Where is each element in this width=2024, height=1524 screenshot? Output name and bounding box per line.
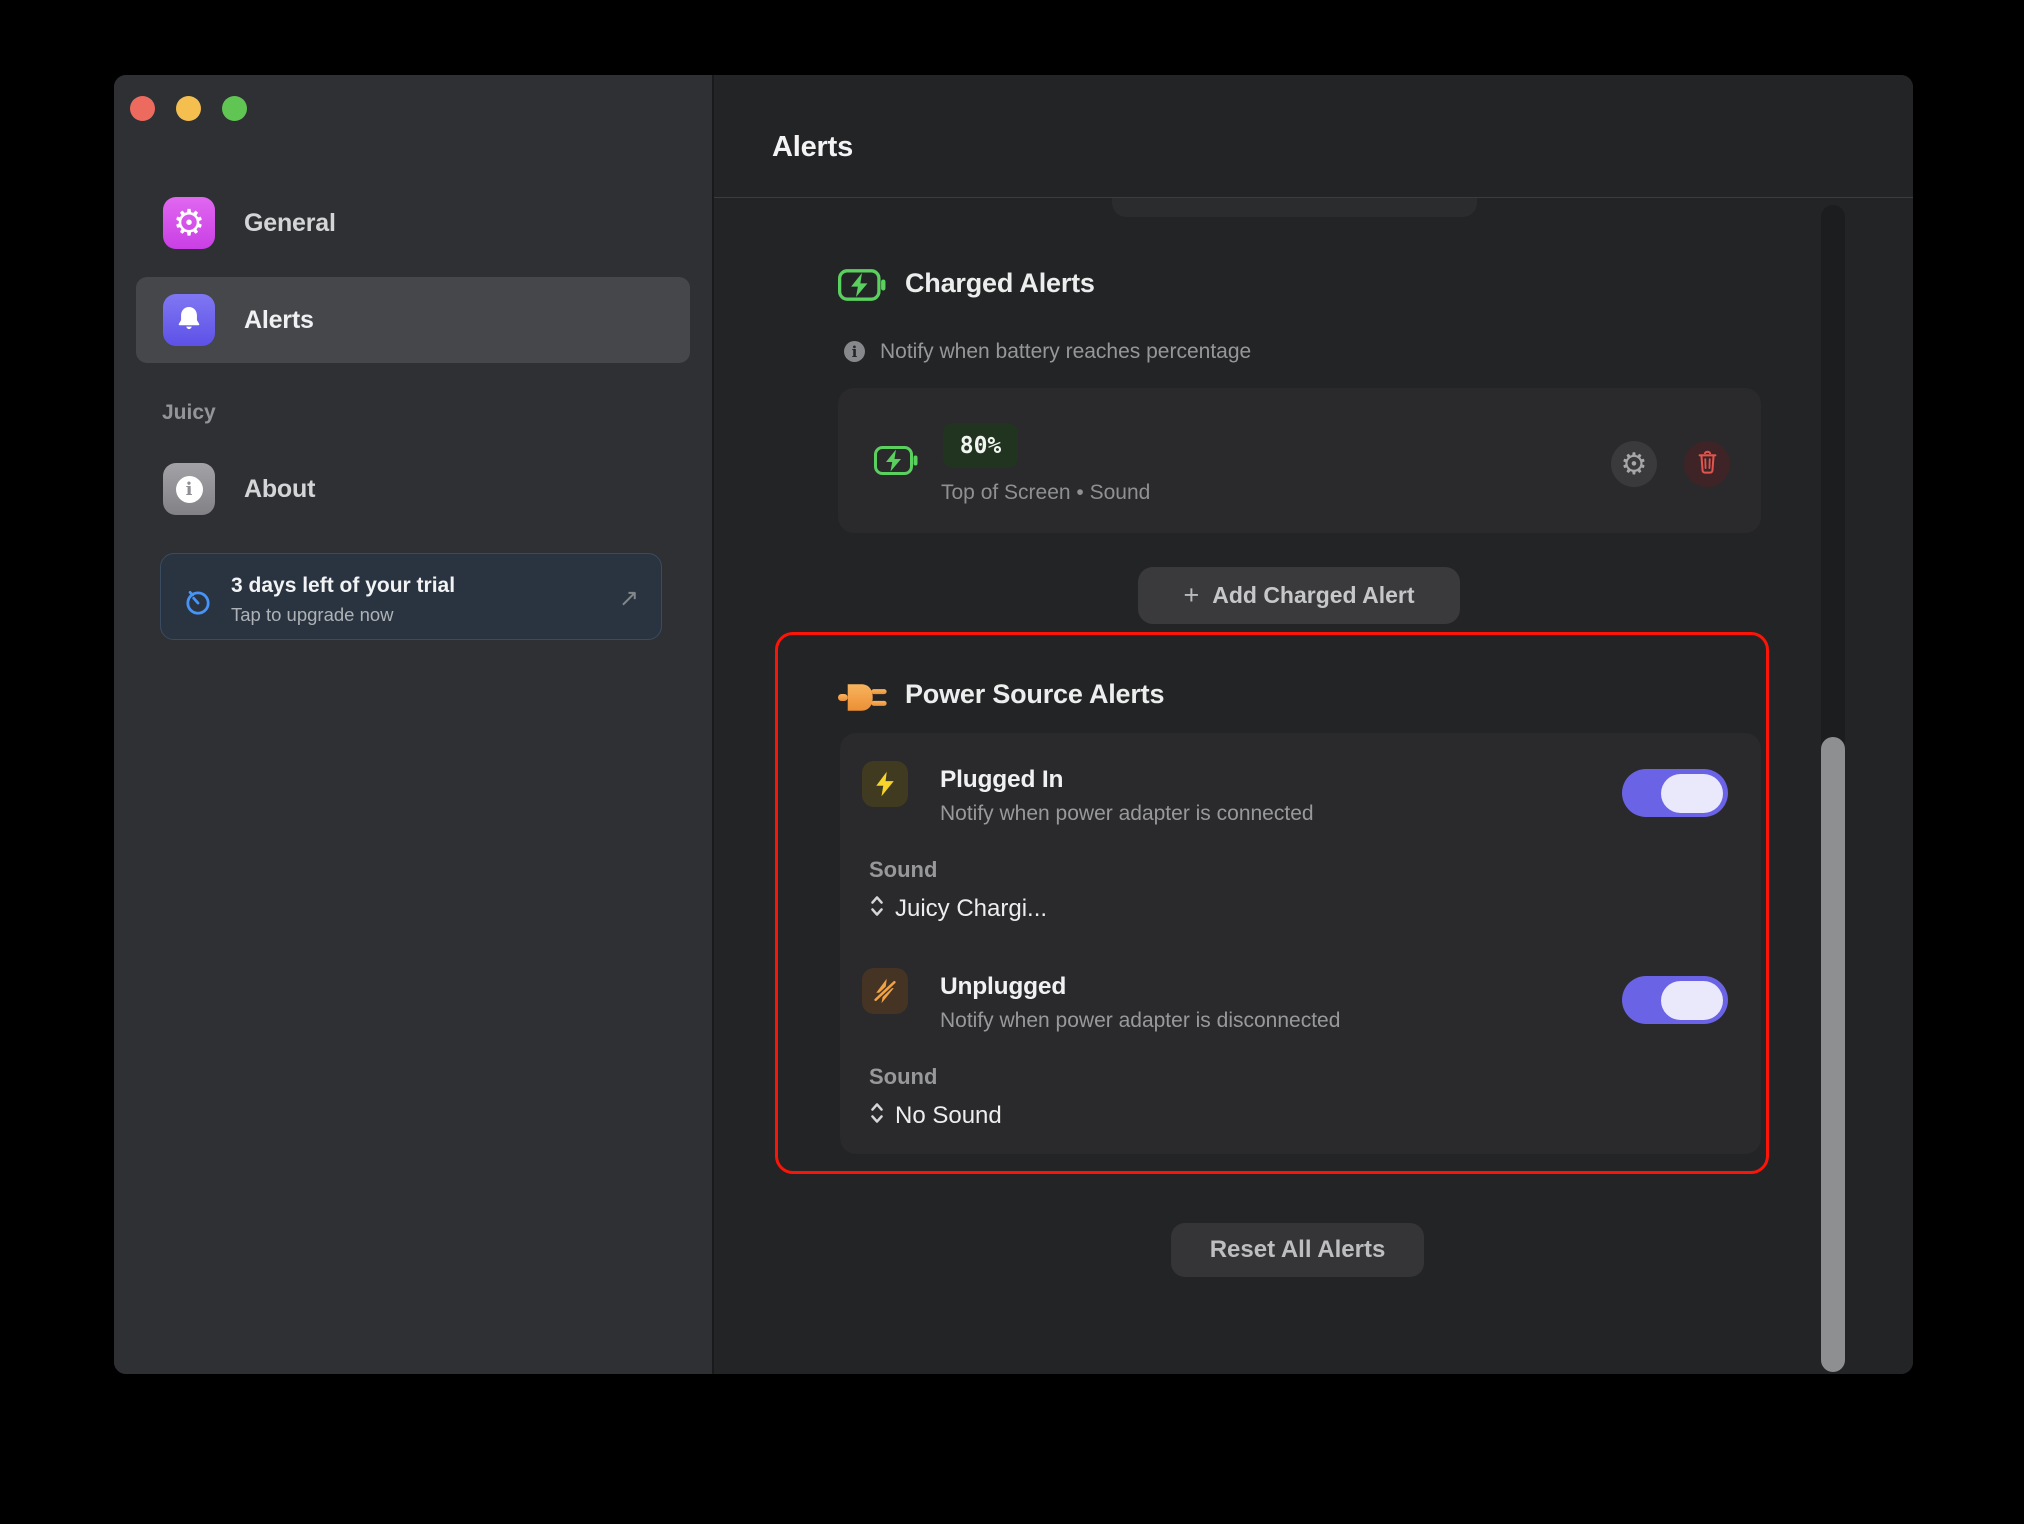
chevron-up-down-icon [869, 1098, 885, 1133]
add-charged-alert-button[interactable]: + Add Charged Alert [1138, 567, 1460, 624]
trial-banner[interactable]: 3 days left of your trial Tap to upgrade… [160, 553, 662, 640]
chevron-up-down-icon [869, 891, 885, 926]
info-icon: i [163, 463, 215, 515]
plus-icon: + [1183, 582, 1199, 609]
row-subtitle: Notify when power adapter is disconnecte… [940, 1009, 1340, 1033]
charged-info-text: Notify when battery reaches percentage [880, 340, 1251, 364]
delete-alert-button[interactable] [1684, 441, 1730, 487]
page-title: Alerts [772, 131, 853, 164]
reset-all-alerts-button[interactable]: Reset All Alerts [1171, 1223, 1424, 1277]
percent-badge: 80% [943, 423, 1018, 468]
trial-subtitle: Tap to upgrade now [231, 604, 394, 626]
minimize-button[interactable] [176, 96, 201, 121]
sound-label: Sound [869, 857, 937, 883]
arrow-up-right-icon: ↗ [619, 584, 639, 613]
trial-title: 3 days left of your trial [231, 574, 455, 598]
power-source-card: Plugged In Notify when power adapter is … [840, 733, 1761, 1154]
row-subtitle: Notify when power adapter is connected [940, 802, 1314, 826]
battery-charging-icon [874, 444, 918, 482]
sidebar-item-alerts[interactable] [136, 277, 690, 363]
close-button[interactable] [130, 96, 155, 121]
gear-icon: ⚙ [163, 197, 215, 249]
sidebar-item-label: Alerts [244, 306, 314, 335]
scrollbar-thumb[interactable] [1821, 737, 1845, 1372]
bell-icon [163, 294, 215, 346]
plugged-in-sound-select[interactable]: Juicy Chargi... [869, 891, 1047, 926]
battery-charging-icon [838, 267, 886, 308]
power-plug-icon [838, 679, 888, 721]
sound-label: Sound [869, 1064, 937, 1090]
toggle-knob [1661, 981, 1723, 1020]
info-icon: i [844, 341, 865, 362]
unplugged-toggle[interactable] [1622, 976, 1728, 1024]
trash-icon [1694, 449, 1721, 479]
edit-alert-button[interactable]: ⚙ [1611, 441, 1657, 487]
row-title: Unplugged [940, 973, 1066, 1001]
bolt-slash-icon [862, 968, 908, 1014]
row-title: Plugged In [940, 766, 1063, 794]
section-title-charged: Charged Alerts [905, 268, 1095, 299]
unplugged-sound-select[interactable]: No Sound [869, 1098, 1002, 1133]
bolt-icon [862, 761, 908, 807]
timer-icon [183, 587, 213, 622]
scrollbar-track[interactable] [1821, 205, 1845, 1372]
sidebar-item-label: About [244, 475, 315, 504]
section-title-power: Power Source Alerts [905, 679, 1164, 710]
toggle-knob [1661, 774, 1723, 813]
sidebar: ⚙ General Alerts Juicy i About [114, 75, 712, 1374]
alerts-panel: Alerts Charged Alerts i Notify when batt… [714, 75, 1913, 1374]
sidebar-item-label: General [244, 209, 336, 238]
zoom-button[interactable] [222, 96, 247, 121]
charged-alert-card: 80% Top of Screen • Sound ⚙ [838, 388, 1761, 533]
scrolled-card-edge [1112, 198, 1477, 217]
plugged-in-toggle[interactable] [1622, 769, 1728, 817]
gear-icon: ⚙ [1621, 447, 1648, 482]
app-window: ⚙ General Alerts Juicy i About [114, 75, 1913, 1374]
sidebar-section-label: Juicy [162, 401, 216, 425]
alert-details: Top of Screen • Sound [941, 481, 1150, 505]
